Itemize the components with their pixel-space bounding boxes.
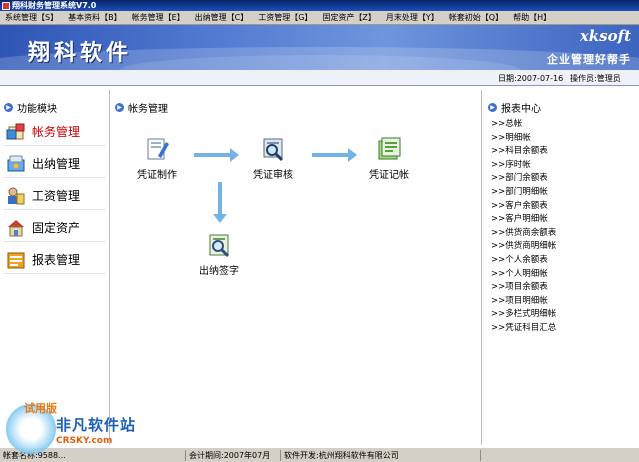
voucher-make-node[interactable]: 凭证制作: [127, 136, 187, 181]
brand-slogan: 企业管理好帮手: [547, 53, 631, 66]
app-icon: [2, 1, 10, 10]
report-link[interactable]: >>个人余额表: [491, 254, 556, 268]
menu-accounts[interactable]: 帐务管理【E】: [127, 12, 190, 23]
node-label: 凭证制作: [137, 170, 177, 181]
report-center-title-text: 报表中心: [501, 104, 541, 115]
flow-arrow: [312, 148, 357, 162]
arrow-icon: ▶: [115, 103, 124, 112]
flow-arrow-down: [213, 182, 227, 223]
module-label: 帐务管理: [32, 125, 81, 139]
module-accounts[interactable]: 帐务管理: [4, 118, 106, 146]
reports-icon: [6, 250, 26, 270]
report-link[interactable]: >>供货商明细帐: [491, 240, 556, 254]
status-account-set: 帐套名称:9588...: [3, 451, 66, 460]
menu-fixed-assets[interactable]: 固定资产【Z】: [317, 12, 380, 23]
menu-bar: 系统管理【S】 基本资料【B】 帐务管理【E】 出纳管理【C】 工资管理【G】 …: [0, 11, 639, 25]
payroll-icon: [6, 186, 26, 206]
menu-basic-data[interactable]: 基本资料【B】: [63, 12, 127, 23]
report-center-title: ▶ 报表中心: [488, 100, 541, 115]
menu-system[interactable]: 系统管理【S】: [0, 12, 63, 23]
module-panel: ▶ 功能模块 帐务管理 出纳管理 工资管理 固定资产 报表管理: [0, 90, 110, 445]
report-link[interactable]: >>项目明细帐: [491, 295, 556, 309]
menu-cashier[interactable]: 出纳管理【C】: [190, 12, 254, 23]
brand-name: xksoft: [579, 27, 631, 45]
workflow-panel-title-text: 帐务管理: [128, 104, 168, 115]
status-period: 会计期间:2007年07月: [185, 450, 280, 461]
ledger-icon: [6, 122, 26, 142]
workflow-panel-title: ▶ 帐务管理: [115, 100, 168, 115]
module-fixed-assets[interactable]: 固定资产: [4, 214, 106, 242]
module-reports[interactable]: 报表管理: [4, 246, 106, 274]
report-link[interactable]: >>部门余额表: [491, 172, 556, 186]
module-label: 出纳管理: [32, 157, 81, 171]
module-list: 帐务管理 出纳管理 工资管理 固定资产 报表管理: [4, 118, 106, 278]
current-operator: 操作员:管理员: [570, 74, 621, 83]
node-label: 出纳签字: [199, 266, 239, 277]
menu-help[interactable]: 帮助【H】: [508, 12, 556, 23]
cashier-icon: [6, 154, 26, 174]
report-link[interactable]: >>科目余额表: [491, 145, 556, 159]
module-panel-title-text: 功能模块: [17, 104, 57, 115]
cashier-sign-icon: [206, 232, 232, 258]
report-list: >>总帐 >>明细帐 >>科目余额表 >>序时帐 >>部门余额表 >>部门明细帐…: [491, 118, 556, 336]
voucher-audit-node[interactable]: 凭证审核: [243, 136, 303, 181]
report-link[interactable]: >>多栏式明细帐: [491, 308, 556, 322]
cashier-sign-node[interactable]: 出纳签字: [189, 232, 249, 277]
node-label: 凭证审核: [253, 170, 293, 181]
voucher-post-node[interactable]: 凭证记帐: [359, 136, 419, 181]
report-link[interactable]: >>供货商余额表: [491, 227, 556, 241]
flow-arrow: [194, 148, 239, 162]
arrow-icon: ▶: [4, 103, 13, 112]
voucher-audit-icon: [260, 136, 286, 162]
report-link[interactable]: >>个人明细帐: [491, 268, 556, 282]
arrow-icon: ▶: [488, 103, 497, 112]
module-label: 工资管理: [32, 189, 81, 203]
window-title: 翔科财务管理系统V7.0: [12, 1, 97, 10]
menu-payroll[interactable]: 工资管理【G】: [253, 12, 317, 23]
title-bar: 翔科财务管理系统V7.0: [0, 0, 639, 11]
module-panel-title: ▶ 功能模块: [4, 100, 57, 115]
report-link[interactable]: >>凭证科目汇总: [491, 322, 556, 336]
status-developer: 软件开发:杭州翔科软件有限公司: [280, 450, 480, 461]
report-link[interactable]: >>客户余额表: [491, 200, 556, 214]
report-link[interactable]: >>客户明细帐: [491, 213, 556, 227]
node-label: 凭证记帐: [369, 170, 409, 181]
report-link[interactable]: >>序时帐: [491, 159, 556, 173]
report-link[interactable]: >>项目余额表: [491, 281, 556, 295]
info-bar: 日期:2007-07-16 操作员:管理员: [0, 70, 639, 86]
menu-month-end[interactable]: 月末处理【Y】: [381, 12, 444, 23]
current-date: 日期:2007-07-16: [498, 74, 564, 83]
brand-logo: 翔科软件: [28, 40, 133, 66]
voucher-edit-icon: [144, 136, 170, 162]
module-label: 报表管理: [32, 253, 81, 267]
status-empty: [480, 450, 639, 461]
report-center-panel: ▶ 报表中心 >>总帐 >>明细帐 >>科目余额表 >>序时帐 >>部门余额表 …: [481, 90, 639, 445]
report-link[interactable]: >>明细帐: [491, 132, 556, 146]
module-label: 固定资产: [32, 221, 81, 235]
workflow-panel: ▶ 帐务管理 凭证制作 凭证审核 凭证记帐 出纳签字: [111, 90, 481, 445]
status-bar: 帐套名称:9588... 会计期间:2007年07月 软件开发:杭州翔科软件有限…: [0, 447, 639, 462]
assets-icon: [6, 218, 26, 238]
module-cashier[interactable]: 出纳管理: [4, 150, 106, 178]
menu-account-init[interactable]: 帐套初始【Q】: [444, 12, 508, 23]
report-link[interactable]: >>部门明细帐: [491, 186, 556, 200]
report-link[interactable]: >>总帐: [491, 118, 556, 132]
voucher-post-icon: [376, 136, 402, 162]
module-payroll[interactable]: 工资管理: [4, 182, 106, 210]
banner: 翔科软件 xksoft 企业管理好帮手: [0, 25, 639, 70]
